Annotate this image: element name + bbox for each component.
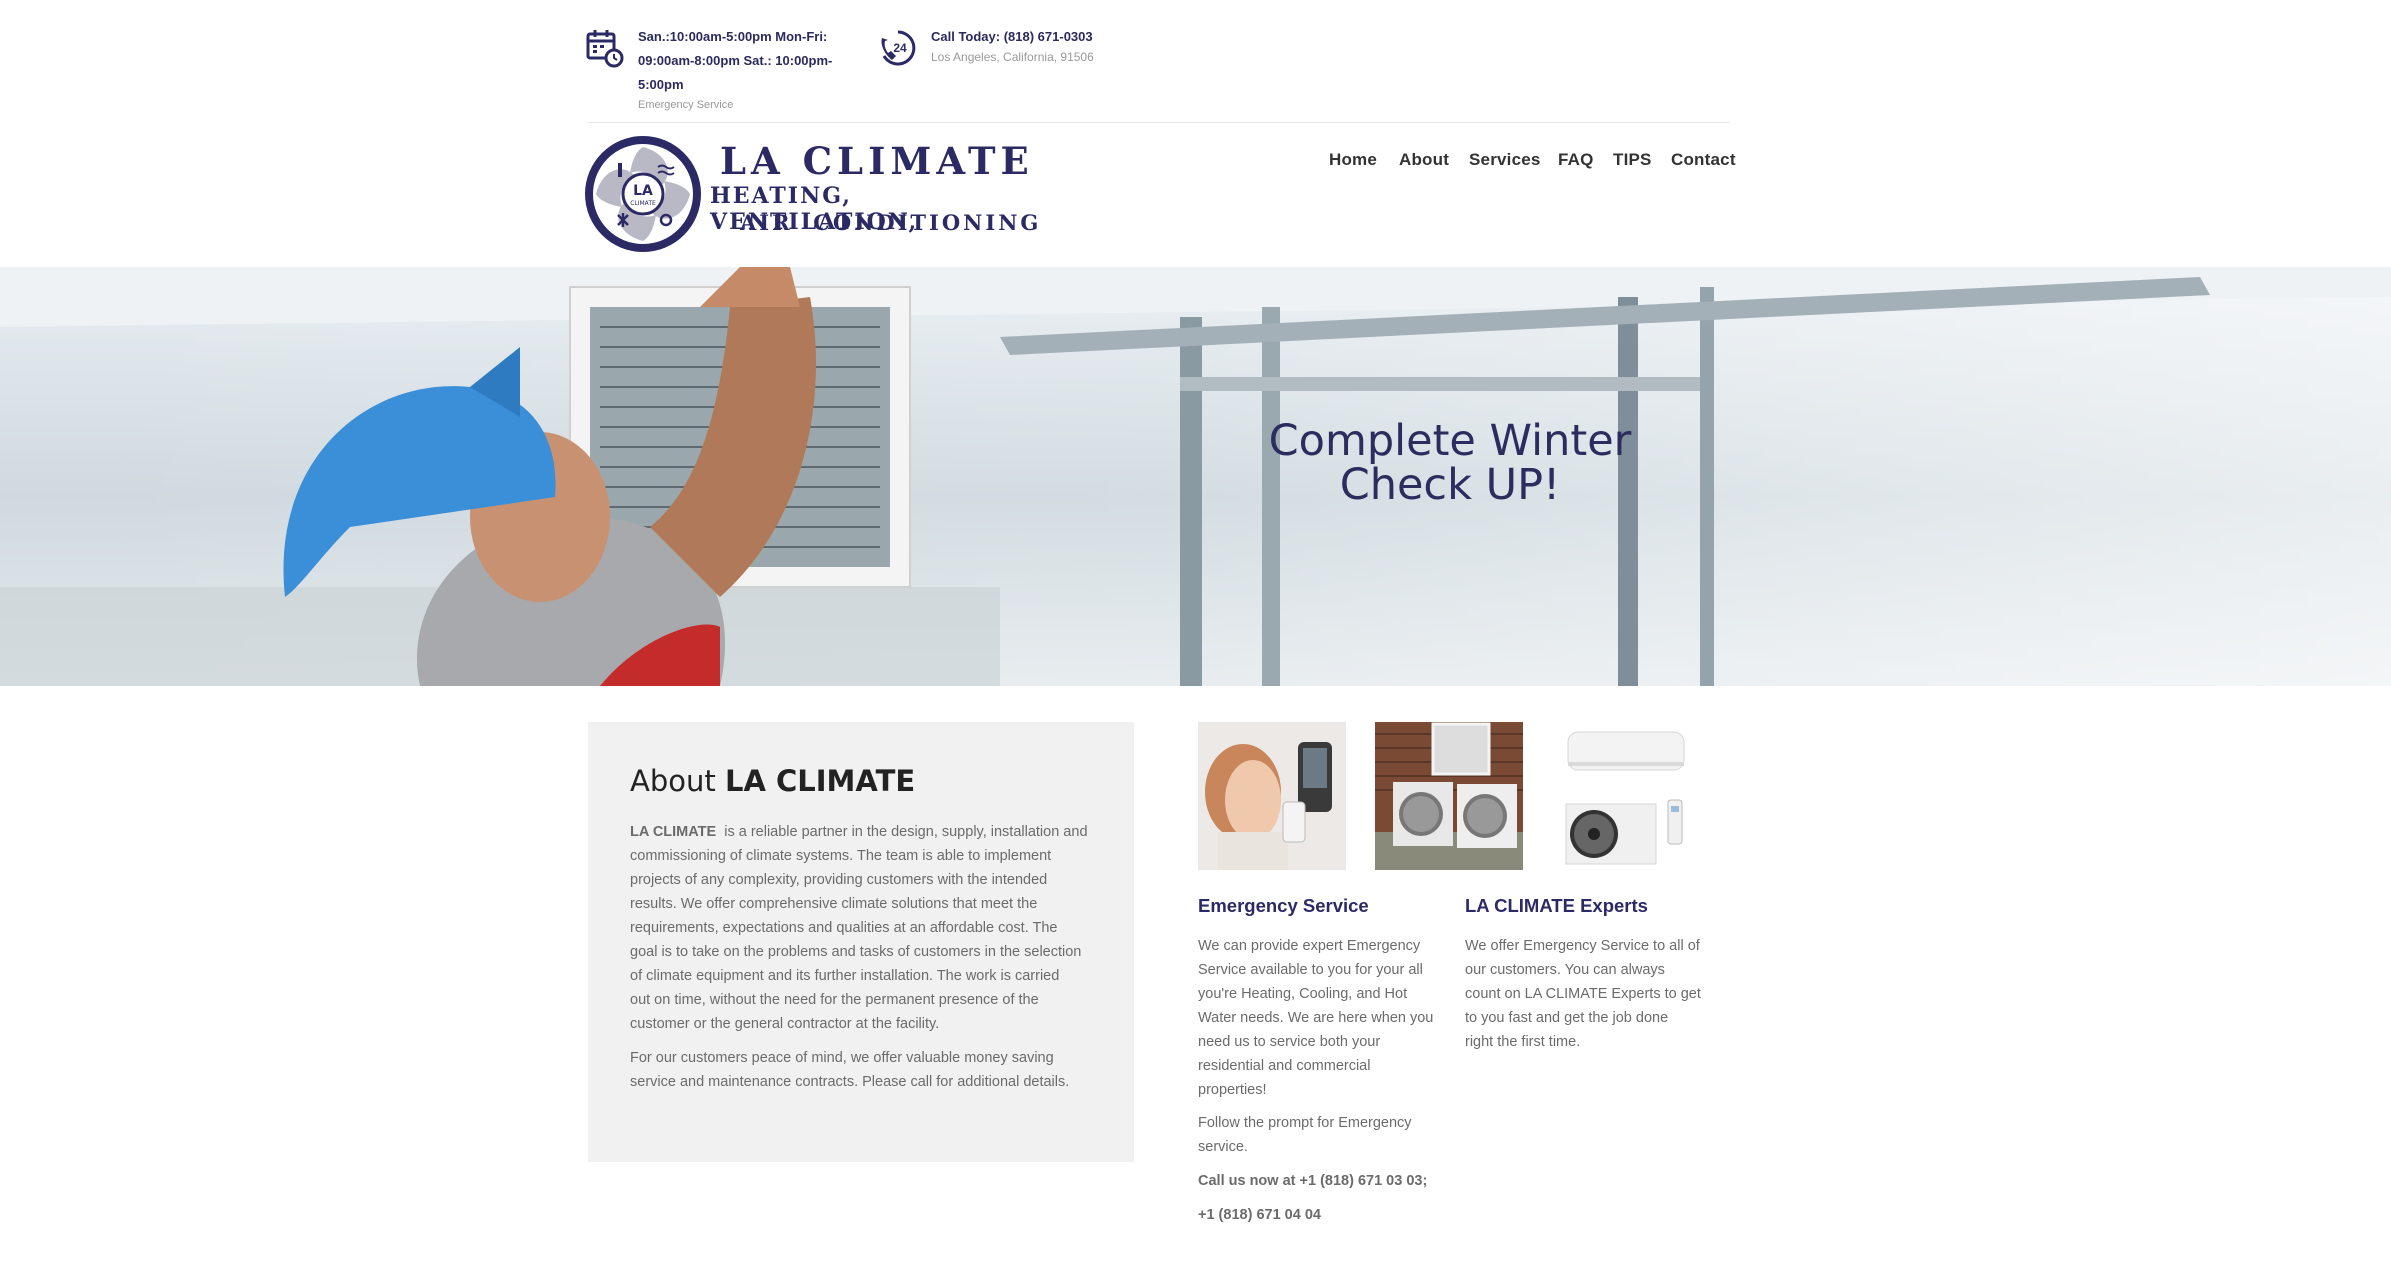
experts-line-0: We offer Emergency Service to all of (1465, 938, 1700, 954)
hero-title-line-1: Complete Winter (1268, 416, 1632, 466)
emergency-line-3: Water needs. We are here when you (1198, 1010, 1434, 1026)
about-p1-line-5: goal is to take on the problems and task… (630, 944, 1082, 960)
about-p1-line-7: out on time, without the need for the pe… (630, 992, 1039, 1008)
hero-title: Complete Winter Check UP! (1220, 419, 1680, 507)
about-p1-strong: LA CLIMATE (630, 824, 717, 840)
experts-line-4: right the first time. (1465, 1034, 1581, 1050)
logo-emblem-icon: LA CLIMATE (585, 136, 701, 252)
logo-emblem-la: LA (633, 183, 653, 199)
hero-banner: Complete Winter Check UP! (0, 267, 2391, 686)
about-p1-line-8: customer or the general contractor at th… (630, 1016, 940, 1032)
emergency-line-5: residential and commercial (1198, 1058, 1371, 1074)
nav-about[interactable]: About (1399, 150, 1449, 170)
about-p2-line-0: For our customers peace of mind, we offe… (630, 1050, 1054, 1066)
emergency-service-heading: Emergency Service (1198, 895, 1369, 916)
about-p1-line-4: requirements, expectations and qualities… (630, 920, 1058, 936)
emergency-line-0: We can provide expert Emergency (1198, 938, 1421, 954)
top-info-bar: San.:10:00am-5:00pm Mon-Fri: 09:00am-8:0… (0, 0, 2391, 122)
hours-subtext: Emergency Service (638, 99, 734, 111)
about-p1-line-6: of climate equipment and its further ins… (630, 968, 1060, 984)
header-divider (588, 122, 1730, 123)
about-heading-light: About (630, 764, 716, 798)
emergency-follow-text: Follow the prompt for Emergency service. (1198, 1111, 1448, 1159)
about-heading: About LA CLIMATE (630, 764, 915, 798)
nav-contact[interactable]: Contact (1671, 150, 1736, 170)
follow-line-0: Follow the prompt for Emergency (1198, 1115, 1412, 1131)
about-p1-line-2: projects of any complexity, providing cu… (630, 872, 1048, 888)
experts-line-3: to you fast and get the job done (1465, 1010, 1669, 1026)
about-paragraph-2: For our customers peace of mind, we offe… (630, 1046, 1110, 1094)
emergency-line-1: Service available to you for your all (1198, 962, 1423, 978)
about-p1-line-0: is a reliable partner in the design, sup… (716, 824, 1088, 840)
about-heading-bold: LA CLIMATE (724, 764, 916, 798)
about-p2-line-1: service and maintenance contracts. Pleas… (630, 1074, 1070, 1090)
experts-line-2: count on LA CLIMATE Experts to get (1465, 986, 1701, 1002)
phone-24-icon: 24 (878, 28, 918, 68)
experts-heading: LA CLIMATE Experts (1465, 895, 1648, 916)
hours-line-1: San.:10:00am-5:00pm Mon-Fri: (638, 29, 828, 44)
split-system-photo (1552, 722, 1700, 870)
follow-line-1: service. (1198, 1139, 1248, 1155)
location-text: Los Angeles, California, 91506 (931, 50, 1094, 64)
outdoor-units-photo (1375, 722, 1523, 870)
emergency-line-4: need us to service both your (1198, 1034, 1381, 1050)
experts-line-1: our customers. You can always (1465, 962, 1665, 978)
emergency-service-text: We can provide expert Emergency Service … (1198, 934, 1448, 1102)
nav-faq[interactable]: FAQ (1558, 150, 1594, 170)
hours-line-2: 09:00am-8:00pm Sat.: 10:00pm- (638, 53, 833, 68)
about-section: About LA CLIMATE LA CLIMATE is a reliabl… (588, 722, 1134, 1162)
about-p1-line-3: results. We offer comprehensive climate … (630, 896, 1038, 912)
logo-emblem-climate: CLIMATE (630, 200, 656, 207)
logo-title: LA CLIMATE (720, 139, 1034, 183)
nav-services[interactable]: Services (1469, 150, 1541, 170)
thermostat-photo (1198, 722, 1346, 870)
emergency-call-1[interactable]: Call us now at +1 (818) 671 03 03; (1198, 1164, 1427, 1198)
about-p1-line-1: commissioning of climate systems. The te… (630, 848, 1052, 864)
logo-subtitle-2: AIR CONDITIONING (740, 210, 1042, 235)
phone-label[interactable]: Call Today: (818) 671-0303 (931, 25, 1093, 49)
nav-tips[interactable]: TIPS (1613, 150, 1652, 170)
about-paragraph-1: LA CLIMATE is a reliable partner in the … (630, 820, 1110, 1036)
emergency-line-2: you're Heating, Cooling, and Hot (1198, 986, 1408, 1002)
badge-24: 24 (893, 41, 907, 55)
hero-background-image (0, 267, 2391, 686)
nav-home[interactable]: Home (1329, 150, 1377, 170)
experts-text: We offer Emergency Service to all of our… (1465, 934, 1725, 1054)
emergency-line-6: properties! (1198, 1082, 1267, 1098)
hero-title-line-2: Check UP! (1339, 460, 1561, 510)
site-logo[interactable]: LA CLIMATE LA CLIMATE HEATING, VENTILATI… (582, 133, 1052, 257)
calendar-clock-icon (586, 28, 624, 68)
hours-line-3: 5:00pm (638, 77, 684, 92)
emergency-call-2[interactable]: +1 (818) 671 04 04 (1198, 1198, 1321, 1232)
